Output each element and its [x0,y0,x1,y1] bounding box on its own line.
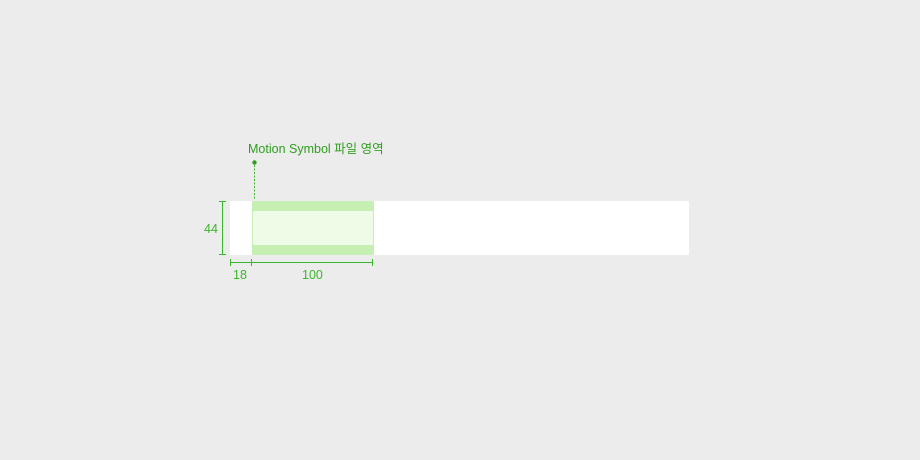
motion-symbol-area [252,201,374,255]
width-dimension-label: 100 [302,268,323,282]
callout-dot [252,160,257,165]
callout-leader [252,160,257,200]
height-dimension-label: 44 [204,222,218,236]
symbol-area-top-band [252,201,374,211]
symbol-area-bottom-band [252,245,374,255]
width-measure [230,259,373,266]
padding-dimension-label: 18 [233,268,247,282]
height-measure [219,201,226,255]
spec-canvas [219,160,689,266]
motion-symbol-label: Motion Symbol 파일 영역 [248,142,384,156]
